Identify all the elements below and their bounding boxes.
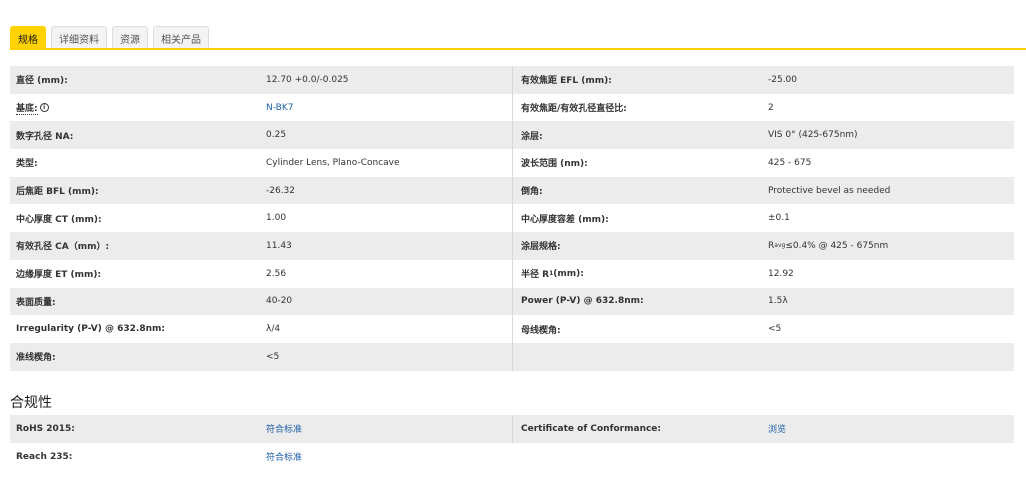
spec-value: 1.00 xyxy=(266,213,287,224)
compliance-table: RoHS 2015: 符合标准 Certificate of Conforman… xyxy=(10,415,1014,470)
spec-label: Power (P-V) @ 632.8nm: xyxy=(512,287,758,316)
compliance-label: RoHS 2015: xyxy=(16,423,75,434)
spec-value: 40-20 xyxy=(266,296,293,307)
spec-label: 边缘厚度 ET (mm): xyxy=(16,270,102,281)
reach-compliant-link[interactable]: 符合标准 xyxy=(266,450,302,463)
spec-value: VIS 0° (425-675nm) xyxy=(768,130,858,141)
compliance-label: Reach 235: xyxy=(16,451,73,462)
tab-underline xyxy=(10,48,1026,50)
spec-label: 有效孔径 CA（mm）: xyxy=(16,242,110,253)
specifications-table: 直径 (mm): 12.70 +0.0/-0.025 有效焦距 EFL (mm)… xyxy=(10,66,1014,371)
spec-row: 中心厚度 CT (mm): 1.00 中心厚度容差 (mm): ±0.1 xyxy=(10,204,1014,233)
info-icon[interactable]: i xyxy=(39,103,49,113)
spec-row: 类型: Cylinder Lens, Plano-Concave 波长范围 (n… xyxy=(10,149,1014,177)
spec-label: 表面质量: xyxy=(16,297,56,308)
spec-row: 有效孔径 CA（mm）: 11.43 涂层规格: Ravg ≤0.4% @ 42… xyxy=(10,232,1014,260)
spec-label: 基底: i xyxy=(10,94,256,122)
substrate-link[interactable]: N-BK7 xyxy=(266,103,293,113)
spec-value-empty xyxy=(758,343,1014,371)
spec-label-empty xyxy=(512,342,758,371)
spec-value: 2 xyxy=(768,102,774,113)
tab-resources[interactable]: 资源 xyxy=(112,26,148,49)
spec-label: 涂层规格: xyxy=(512,232,758,260)
spec-row: 直径 (mm): 12.70 +0.0/-0.025 有效焦距 EFL (mm)… xyxy=(10,66,1014,94)
spec-row: 边缘厚度 ET (mm): 2.56 半径 R1 (mm): 12.92 xyxy=(10,259,1014,288)
spec-row: 后焦距 BFL (mm): -26.32 倒角: Protective beve… xyxy=(10,176,1014,205)
spec-label: 准线楔角: xyxy=(16,353,56,364)
spec-label: 半径 R1 (mm): xyxy=(512,259,758,288)
rohs-compliant-link[interactable]: 符合标准 xyxy=(266,422,302,435)
spec-row: 准线楔角: <5 xyxy=(10,342,1014,371)
compliance-value: 符合标准 xyxy=(256,415,512,443)
tab-bar: 规格 详细资料 资源 相关产品 xyxy=(10,26,209,49)
tab-specifications[interactable]: 规格 xyxy=(10,26,46,49)
compliance-value: 浏览 xyxy=(758,415,1014,443)
compliance-row: Reach 235: 符合标准 xyxy=(10,443,1014,471)
spec-label: 中心厚度 CT (mm): xyxy=(16,214,102,225)
spec-value: Cylinder Lens, Plano-Concave xyxy=(266,157,400,168)
coating-spec-sub: avg xyxy=(774,242,786,250)
spec-value: <5 xyxy=(768,324,782,335)
spec-label: 波长范围 (nm): xyxy=(512,149,758,177)
spec-row: Irregularity (P-V) @ 632.8nm: λ/4 母线楔角: … xyxy=(10,315,1014,343)
spec-label: 数字孔径 NA: xyxy=(16,131,74,142)
spec-value: Protective bevel as needed xyxy=(768,185,891,196)
substrate-label[interactable]: 基底: xyxy=(16,101,38,115)
compliance-value: 符合标准 xyxy=(256,443,512,471)
spec-label: 类型: xyxy=(16,159,38,170)
spec-value: 11.43 xyxy=(266,240,292,251)
compliance-row: RoHS 2015: 符合标准 Certificate of Conforman… xyxy=(10,415,1014,443)
spec-value: N-BK7 xyxy=(256,94,512,122)
spec-value: 0.25 xyxy=(266,130,287,141)
spec-value: 425 - 675 xyxy=(768,157,812,168)
spec-value: -25.00 xyxy=(768,74,798,85)
spec-label: 后焦距 BFL (mm): xyxy=(16,187,99,198)
spec-label: 中心厚度容差 (mm): xyxy=(512,204,758,233)
spec-label: 直径 (mm): xyxy=(16,76,68,87)
tab-related-products[interactable]: 相关产品 xyxy=(153,26,209,49)
spec-label: Irregularity (P-V) @ 632.8nm: xyxy=(16,324,165,335)
spec-value: 12.70 +0.0/-0.025 xyxy=(266,74,349,85)
spec-label: 涂层: xyxy=(512,121,758,150)
radius-label-post: (mm): xyxy=(553,268,584,279)
spec-label: 倒角: xyxy=(512,176,758,205)
spec-value: 1.5λ xyxy=(768,296,788,307)
spec-row: 数字孔径 NA: 0.25 涂层: VIS 0° (425-675nm) xyxy=(10,121,1014,150)
spec-label: 母线楔角: xyxy=(512,315,758,343)
coating-spec-rest: ≤0.4% @ 425 - 675nm xyxy=(785,240,889,251)
certificate-view-link[interactable]: 浏览 xyxy=(768,422,786,435)
spec-label: 有效焦距/有效孔径直径比: xyxy=(512,93,758,122)
spec-value: <5 xyxy=(266,351,280,362)
spec-value: λ/4 xyxy=(266,324,281,335)
spec-row: 表面质量: 40-20 Power (P-V) @ 632.8nm: 1.5λ xyxy=(10,287,1014,316)
spec-value: ±0.1 xyxy=(768,213,790,224)
tab-details[interactable]: 详细资料 xyxy=(51,26,107,49)
spec-value: Ravg ≤0.4% @ 425 - 675nm xyxy=(758,232,1014,260)
radius-label-pre: 半径 R xyxy=(521,270,550,281)
spec-label: 有效焦距 EFL (mm): xyxy=(512,66,758,94)
spec-value: 2.56 xyxy=(266,268,287,279)
compliance-label: Certificate of Conformance: xyxy=(512,415,758,443)
spec-row: 基底: i N-BK7 有效焦距/有效孔径直径比: 2 xyxy=(10,93,1014,122)
spec-value: 12.92 xyxy=(768,268,794,279)
spec-value: -26.32 xyxy=(266,185,296,196)
compliance-title: 合规性 xyxy=(10,395,52,411)
